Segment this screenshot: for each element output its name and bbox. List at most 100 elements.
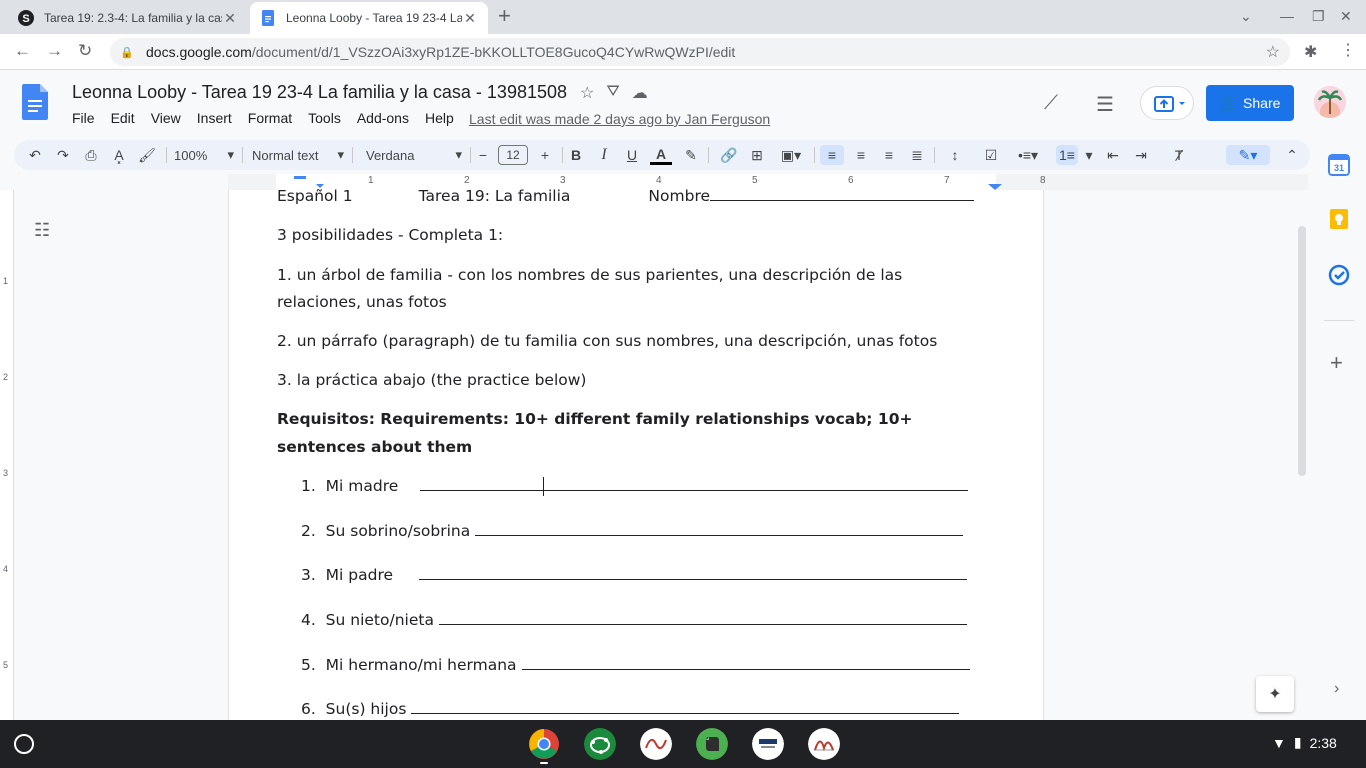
requirements-line-b: sentences about them [277, 438, 473, 456]
vertical-ruler[interactable]: 1 2 3 4 5 [0, 190, 14, 720]
activity-trend-icon[interactable]: ⟋ [1044, 92, 1058, 115]
list-item: 1. Mi madre [301, 477, 969, 495]
desmos-app-icon[interactable] [640, 728, 672, 760]
geogebra-app-icon[interactable] [584, 728, 616, 760]
account-avatar[interactable] [1314, 86, 1346, 118]
expand-panel-chevron-icon[interactable]: › [1334, 680, 1339, 698]
undo-icon[interactable]: ↶ [24, 145, 46, 165]
text-color-icon[interactable]: A [650, 145, 672, 165]
graph-app-icon[interactable] [808, 728, 840, 760]
extensions-puzzle-icon[interactable]: ✱ [1304, 42, 1317, 62]
zoom-select[interactable]: 100% ▾ [174, 145, 234, 165]
list-text: Mi hermano/mi hermana [325, 656, 517, 674]
italic-icon[interactable]: I [594, 145, 614, 165]
print-icon[interactable]: ⎙ [80, 145, 102, 165]
close-window-icon[interactable]: ✕ [1340, 8, 1352, 25]
line-spacing-icon[interactable]: ↕ [944, 145, 966, 165]
clear-formatting-icon[interactable]: Ⱦ [1168, 145, 1190, 165]
bookmark-star-icon[interactable]: ☆ [1266, 42, 1280, 62]
underline-icon[interactable]: U [622, 145, 642, 165]
calendar-icon[interactable]: 31 [1328, 154, 1350, 176]
pearson-techlnet-app-icon[interactable] [752, 728, 784, 760]
menu-insert[interactable]: Insert [197, 110, 232, 126]
menu-format[interactable]: Format [248, 110, 292, 126]
forward-icon[interactable]: → [46, 42, 63, 60]
align-right-icon[interactable]: ≡ [878, 145, 900, 165]
wifi-icon: ▼ [1272, 734, 1286, 751]
numbered-list-icon[interactable]: 1≡ [1056, 145, 1078, 165]
new-tab-icon[interactable]: + [498, 5, 511, 27]
tab-search-icon[interactable]: ⌄ [1240, 8, 1252, 25]
present-button[interactable] [1140, 86, 1194, 120]
align-center-icon[interactable]: ≡ [850, 145, 872, 165]
menu-help[interactable]: Help [425, 110, 454, 126]
docs-logo-icon[interactable] [22, 84, 48, 120]
paragraph-style-select[interactable]: Normal text ▾ [252, 145, 344, 165]
tab-leonna-looby-doc[interactable]: Leonna Looby - Tarea 19 23-4 La familia … [250, 2, 488, 34]
back-icon[interactable]: ← [14, 42, 31, 60]
highlight-color-icon[interactable]: ✎ [680, 145, 702, 165]
menu-tools[interactable]: Tools [308, 110, 341, 126]
move-to-drive-icon[interactable]: ⛛ [606, 83, 619, 103]
get-addons-plus-icon[interactable]: + [1330, 350, 1343, 376]
collapse-toolbar-icon[interactable]: ⌃ [1282, 145, 1302, 165]
increase-indent-icon[interactable]: ⇥ [1130, 145, 1152, 165]
spellcheck-icon[interactable]: A͓ [108, 145, 130, 165]
redo-icon[interactable]: ↷ [52, 145, 74, 165]
decrease-indent-icon[interactable]: ⇤ [1102, 145, 1124, 165]
star-icon[interactable]: ☆ [580, 83, 594, 103]
menu-file[interactable]: File [72, 110, 95, 126]
numbered-list-caret-icon[interactable]: ▾ [1082, 145, 1096, 165]
cloud-status-icon[interactable]: ☁ [632, 83, 648, 103]
align-left-icon[interactable]: ≡ [820, 145, 844, 165]
minimize-icon[interactable]: — [1280, 8, 1294, 24]
bold-icon[interactable]: B [566, 145, 586, 165]
url-input[interactable]: 🔒 docs.google.com/document/d/1_VSzzOAi3x… [110, 38, 1290, 66]
justify-icon[interactable]: ≣ [906, 145, 928, 165]
close-tab-icon[interactable]: ✕ [462, 10, 478, 27]
bulleted-list-icon[interactable]: •≡▾ [1010, 145, 1046, 165]
decrease-font-size-icon[interactable]: − [474, 145, 492, 165]
ruler-number: 7 [944, 175, 950, 186]
option-1-line-b: relaciones, unas fotos [277, 293, 447, 311]
requirements-line-a: Requisitos: Requirements: 10+ different … [277, 410, 913, 428]
launcher-icon[interactable] [14, 734, 34, 754]
comments-icon[interactable]: ☰ [1096, 92, 1114, 117]
font-size-input[interactable]: 12 [498, 145, 528, 165]
add-comment-icon[interactable]: ⊞ [746, 145, 768, 165]
ruler-number: 5 [3, 660, 9, 670]
list-text: Mi padre [325, 566, 394, 584]
restore-icon[interactable]: ❐ [1312, 8, 1325, 25]
paint-format-icon[interactable]: 🖌 [136, 145, 158, 165]
share-button[interactable]: 👤 Share [1206, 85, 1294, 121]
document-page[interactable]: Español 1 Tarea 19: La familia Nombre 3 po… [228, 187, 1044, 720]
list-item: 4. Su nieto/nieta [301, 611, 967, 629]
last-edit-link[interactable]: Last edit was made 2 days ago by Jan Fer… [469, 111, 770, 127]
ruler-number: 2 [3, 372, 9, 382]
answer-blank [475, 522, 964, 536]
evernote-app-icon[interactable] [696, 728, 728, 760]
editing-mode-icon[interactable]: ✎▾ [1226, 145, 1270, 165]
list-text: Su(s) hijos [325, 700, 407, 718]
tasks-icon[interactable] [1328, 264, 1350, 286]
vertical-scrollbar[interactable] [1298, 226, 1306, 476]
document-outline-icon[interactable]: ☷ [34, 220, 50, 241]
document-title[interactable]: Leonna Looby - Tarea 19 23-4 La familia … [72, 82, 567, 103]
browser-menu-icon[interactable]: ⋮ [1340, 40, 1356, 60]
keep-icon[interactable] [1328, 208, 1350, 230]
explore-button[interactable]: ✦ [1256, 676, 1294, 712]
insert-image-icon[interactable]: ▣▾ [774, 145, 808, 165]
menu-view[interactable]: View [151, 110, 181, 126]
close-tab-icon[interactable]: ✕ [222, 10, 238, 27]
checklist-icon[interactable]: ☑ [980, 145, 1002, 165]
menu-edit[interactable]: Edit [111, 110, 135, 126]
chrome-icon[interactable] [528, 728, 560, 760]
increase-font-size-icon[interactable]: + [536, 145, 554, 165]
insert-link-icon[interactable]: 🔗 [718, 145, 740, 165]
tab-tarea-19[interactable]: S Tarea 19: 2.3-4: La familia y la casa … [8, 2, 248, 34]
font-select[interactable]: Verdana ▾ [366, 145, 462, 165]
docs-favicon-icon [262, 10, 274, 26]
system-tray[interactable]: ▼ ▮ 2:38 [1272, 734, 1337, 751]
reload-icon[interactable]: ↻ [78, 42, 92, 60]
menu-addons[interactable]: Add-ons [357, 110, 409, 126]
